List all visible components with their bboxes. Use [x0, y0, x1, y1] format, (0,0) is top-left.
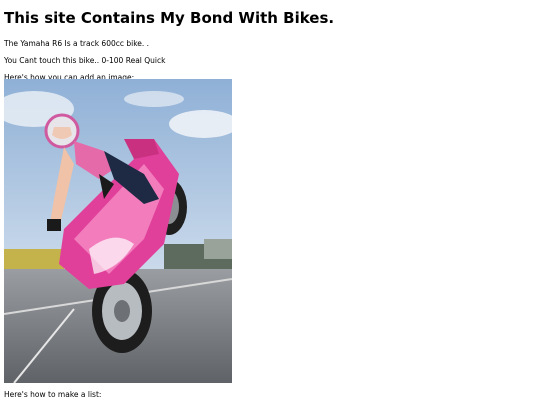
page-content: This site Contains My Bond With Bikes. T…	[0, 0, 540, 82]
page-title: This site Contains My Bond With Bikes.	[4, 9, 335, 27]
paragraph-cant-touch: You Cant touch this bike.. 0-100 Real Qu…	[4, 56, 166, 65]
paragraph-list-intro: Here's how to make a list:	[4, 390, 102, 399]
paragraph-yamaha-r6: The Yamaha R6 Is a track 600cc bike. .	[4, 39, 150, 48]
motorcycle-photo	[4, 79, 232, 383]
motorcycle-photo-graphic	[4, 79, 232, 383]
